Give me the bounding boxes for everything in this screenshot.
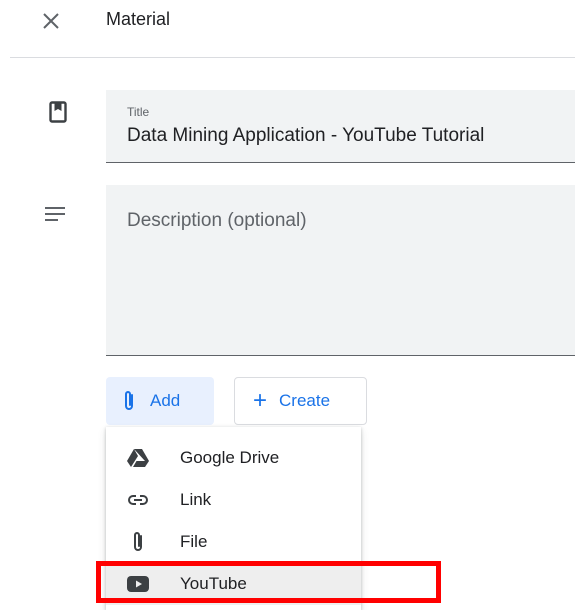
- menu-item-file[interactable]: File: [106, 521, 361, 563]
- plus-icon: +: [253, 387, 268, 414]
- link-icon: [126, 488, 150, 512]
- material-dialog: Material Title Data Mining Application -…: [0, 0, 575, 610]
- paperclip-icon: [126, 530, 150, 554]
- create-button-label: Create: [279, 391, 331, 410]
- title-field[interactable]: Title Data Mining Application - YouTube …: [106, 90, 575, 163]
- close-button[interactable]: [38, 8, 64, 34]
- page-title: Material: [106, 9, 171, 29]
- menu-item-link[interactable]: Link: [106, 479, 361, 521]
- add-button-label: Add: [150, 391, 181, 410]
- add-button[interactable]: Add: [106, 377, 214, 425]
- google-drive-icon: [126, 446, 150, 470]
- bookmark-icon: [49, 101, 67, 123]
- menu-item-youtube[interactable]: YouTube: [106, 563, 361, 605]
- description-placeholder: Description (optional): [127, 210, 307, 231]
- notes-icon: [45, 207, 65, 221]
- menu-item-label: Link: [180, 490, 212, 509]
- close-icon: [43, 13, 59, 29]
- description-field[interactable]: Description (optional): [106, 185, 575, 356]
- menu-item-label: File: [180, 532, 208, 551]
- youtube-icon: [126, 572, 150, 596]
- menu-item-label: YouTube: [180, 574, 247, 593]
- menu-item-label: Google Drive: [180, 448, 280, 467]
- title-label: Title: [127, 105, 150, 119]
- add-menu: Google Drive Link File YouTube: [106, 427, 361, 610]
- header-divider: [10, 57, 575, 58]
- menu-item-google-drive[interactable]: Google Drive: [106, 437, 361, 479]
- title-input[interactable]: Data Mining Application - YouTube Tutori…: [127, 125, 484, 147]
- create-button[interactable]: + Create: [234, 377, 367, 425]
- paperclip-icon: [122, 390, 136, 412]
